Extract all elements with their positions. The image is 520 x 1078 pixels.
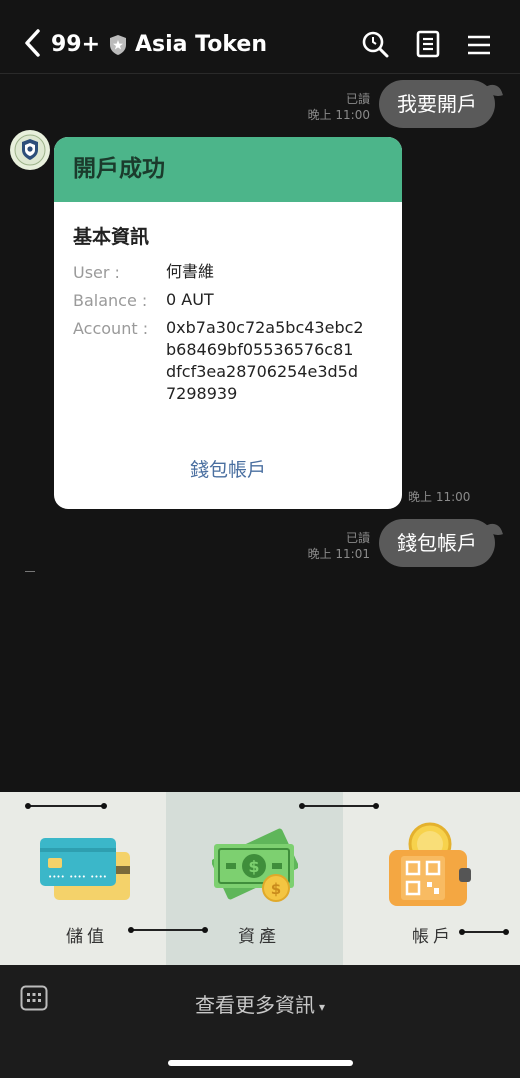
rich-menu-topup[interactable]: •••• •••• •••• 儲值 xyxy=(0,792,166,965)
message-meta: 已讀 晚上 11:01 xyxy=(290,530,370,562)
message-time: 晚上 11:00 xyxy=(307,108,370,122)
more-info-toggle[interactable]: 查看更多資訊 ▾ xyxy=(0,989,520,1018)
outgoing-message[interactable]: 錢包帳戶 xyxy=(379,519,495,567)
connector-line xyxy=(299,803,379,809)
card-header: 開戶成功 xyxy=(54,137,402,202)
rich-menu-label: 帳戶 xyxy=(412,927,454,947)
badge-icon xyxy=(14,134,46,166)
account-label: Account : xyxy=(73,319,149,338)
balance-label: Balance : xyxy=(73,291,148,310)
chevron-left-icon xyxy=(25,29,40,57)
read-receipt: 已讀 xyxy=(345,531,370,545)
account-value: 0xb7a30c72a5bc43ebc2 b68469bf05536576c81… xyxy=(166,317,364,405)
svg-text:$: $ xyxy=(271,880,281,898)
home-indicator[interactable] xyxy=(168,1060,353,1066)
credit-card-icon: •••• •••• •••• xyxy=(40,838,130,900)
account-line: dfcf3ea28706254e3d5d xyxy=(166,362,358,381)
connector-line xyxy=(459,929,509,935)
balance-value: 0 AUT xyxy=(166,290,214,309)
user-label: User : xyxy=(73,263,120,282)
divider xyxy=(25,571,35,572)
more-info-label: 查看更多資訊 xyxy=(194,993,315,1017)
account-opened-card: 開戶成功 基本資訊 User : 何書維 Balance : 0 AUT Acc… xyxy=(54,137,402,509)
menu-icon[interactable] xyxy=(466,34,492,56)
account-line: b68469bf05536576c81 xyxy=(166,340,354,359)
card-section-title: 基本資訊 xyxy=(73,226,150,248)
chat-title: Asia Token xyxy=(135,32,267,57)
svg-text:$: $ xyxy=(248,857,259,876)
wallet-account-link[interactable]: 錢包帳戶 xyxy=(54,455,402,482)
svg-text:•••• •••• ••••: •••• •••• •••• xyxy=(48,873,107,881)
message-time: 晚上 11:00 xyxy=(408,490,471,504)
unread-count[interactable]: 99+ xyxy=(51,32,100,57)
read-receipt: 已讀 xyxy=(345,92,370,106)
message-meta: 已讀 晚上 11:00 xyxy=(290,91,370,123)
connector-line xyxy=(128,927,208,933)
account-line: 7298939 xyxy=(166,384,238,403)
rich-menu-label: 儲值 xyxy=(66,927,108,947)
rich-menu-account[interactable]: 帳戶 xyxy=(343,792,520,965)
search-icon[interactable] xyxy=(361,30,389,58)
connector-line xyxy=(25,803,107,809)
user-value: 何書維 xyxy=(166,262,215,281)
chat-header: 99+ Asia Token xyxy=(0,0,520,74)
rich-menu-assets[interactable]: $ $ 資產 xyxy=(166,792,343,965)
card-title: 開戶成功 xyxy=(73,156,165,182)
caret-down-icon: ▾ xyxy=(318,999,326,1014)
shield-icon xyxy=(110,35,126,55)
message-time: 晚上 11:01 xyxy=(307,547,370,561)
rich-menu-label: 資產 xyxy=(238,927,280,947)
money-icon: $ $ xyxy=(212,828,298,902)
wallet-qr-icon xyxy=(389,822,471,906)
account-line: 0xb7a30c72a5bc43ebc2 xyxy=(166,318,364,337)
notes-icon[interactable] xyxy=(416,30,440,58)
bottom-bar: 查看更多資訊 ▾ xyxy=(0,965,520,1078)
outgoing-message[interactable]: 我要開戶 xyxy=(379,80,495,128)
back-button[interactable] xyxy=(22,28,42,58)
avatar[interactable] xyxy=(10,130,50,170)
rich-menu: •••• •••• •••• 儲值 $ $ 資產 帳戶 xyxy=(0,792,520,965)
